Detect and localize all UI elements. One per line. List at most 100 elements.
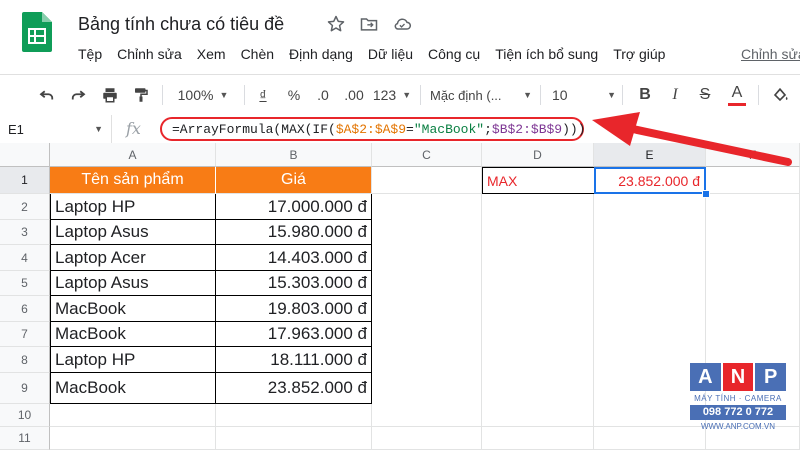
cell-a11[interactable]	[50, 427, 216, 450]
row-header[interactable]: 5	[0, 271, 50, 296]
column-header-c[interactable]: C	[372, 143, 482, 167]
cloud-saved-icon[interactable]	[391, 14, 413, 36]
currency-format-button[interactable]: ₫	[250, 75, 276, 115]
cell-price[interactable]: 15.980.000 đ	[216, 220, 372, 245]
cell-c10[interactable]	[372, 404, 482, 427]
chevron-down-icon: ▼	[523, 90, 532, 100]
cell-price[interactable]: 14.403.000 đ	[216, 245, 372, 271]
cell-price[interactable]: 19.803.000 đ	[216, 296, 372, 322]
formula-range-a: $A$2:$A$9	[335, 121, 407, 137]
watermark-site: WWW.ANP.COM.VN	[700, 422, 776, 431]
cell-product[interactable]: MacBook	[50, 373, 216, 404]
cell-product[interactable]: Laptop Asus	[50, 271, 216, 296]
cells-d2-d9[interactable]	[482, 194, 594, 404]
last-edit-link[interactable]: Chỉnh sửa	[741, 46, 800, 62]
sheets-logo-icon[interactable]	[22, 12, 52, 52]
row-header[interactable]: 6	[0, 296, 50, 322]
move-folder-icon[interactable]	[359, 14, 381, 36]
row-header[interactable]: 10	[0, 404, 50, 427]
number-format-select[interactable]: 123 ▼	[370, 75, 414, 115]
document-title[interactable]: Bảng tính chưa có tiêu đề	[78, 14, 284, 35]
increase-decimal-label: .00	[344, 87, 364, 103]
column-header-d[interactable]: D	[482, 143, 594, 167]
row-header[interactable]: 4	[0, 245, 50, 271]
menu-file[interactable]: Tệp	[78, 46, 102, 66]
cell-product[interactable]: Laptop HP	[50, 194, 216, 220]
text-color-button[interactable]: A	[723, 75, 751, 115]
cell-c1[interactable]	[372, 167, 482, 194]
menu-insert[interactable]: Chèn	[241, 46, 274, 66]
row-header[interactable]: 2	[0, 194, 50, 220]
menu-help[interactable]: Trợ giúp	[613, 46, 665, 66]
cell-product[interactable]: Laptop Asus	[50, 220, 216, 245]
text-color-swatch	[728, 102, 746, 106]
watermark-letter: N	[722, 363, 754, 391]
menu-addons[interactable]: Tiện ích bổ sung	[495, 46, 598, 66]
cell-a10[interactable]	[50, 404, 216, 427]
decrease-decimal-label: .0	[317, 87, 329, 103]
cell-price[interactable]: 17.963.000 đ	[216, 322, 372, 347]
menu-edit[interactable]: Chỉnh sửa	[117, 46, 182, 66]
cell-b10[interactable]	[216, 404, 372, 427]
header-cell-price[interactable]: Giá	[216, 167, 372, 194]
increase-decimal-button[interactable]: .00	[340, 75, 368, 115]
cell-c11[interactable]	[372, 427, 482, 450]
cell-d1-label[interactable]: MAX	[482, 167, 594, 194]
formula-input[interactable]: =ArrayFormula(MAX(IF($A$2:$A$9 = "MacBook"…	[160, 117, 586, 141]
italic-button[interactable]: I	[662, 75, 688, 115]
cell-price[interactable]: 15.303.000 đ	[216, 271, 372, 296]
font-size-value: 10	[552, 87, 568, 103]
column-header-b[interactable]: B	[216, 143, 372, 167]
fill-color-icon[interactable]	[766, 75, 794, 115]
cell-b11[interactable]	[216, 427, 372, 450]
row-header[interactable]: 9	[0, 373, 50, 404]
select-all-corner[interactable]	[0, 143, 50, 167]
cell-price[interactable]: 17.000.000 đ	[216, 194, 372, 220]
cell-product[interactable]: Laptop HP	[50, 347, 216, 373]
cells-c2-c9[interactable]	[372, 194, 482, 404]
print-icon[interactable]	[97, 75, 123, 115]
star-icon[interactable]	[326, 14, 348, 36]
formula-operator: =	[406, 121, 414, 137]
decrease-decimal-button[interactable]: .0	[310, 75, 336, 115]
fill-handle[interactable]	[702, 190, 710, 198]
bold-button[interactable]: B	[632, 75, 658, 115]
anp-watermark-logo: A N P MÁY TÍNH · CAMERA 098 772 0 772 WW…	[690, 363, 787, 431]
cell-price[interactable]: 18.111.000 đ	[216, 347, 372, 373]
undo-icon[interactable]	[34, 75, 60, 115]
formula-range-b: $B$2:$B$9	[491, 121, 563, 137]
font-family-value: Mặc định (...	[430, 87, 502, 103]
cell-product[interactable]: MacBook	[50, 296, 216, 322]
paint-format-icon[interactable]	[128, 75, 154, 115]
redo-icon[interactable]	[65, 75, 91, 115]
formula-func: =ArrayFormula(MAX(IF(	[172, 121, 336, 137]
header-cell-product[interactable]: Tên sản phẩm	[50, 167, 216, 194]
menu-data[interactable]: Dữ liệu	[368, 46, 413, 66]
cell-d10[interactable]	[482, 404, 594, 427]
cell-d11[interactable]	[482, 427, 594, 450]
row-header[interactable]: 1	[0, 167, 50, 194]
row-header[interactable]: 11	[0, 427, 50, 450]
menu-view[interactable]: Xem	[197, 46, 226, 66]
cell-product[interactable]: Laptop Acer	[50, 245, 216, 271]
strikethrough-button[interactable]: S	[692, 75, 718, 115]
cell-product[interactable]: MacBook	[50, 322, 216, 347]
spreadsheet-grid: A B C D E F 1 2 3 4 5 6 7 8 9 10 11 Tên …	[0, 143, 800, 450]
chevron-down-icon: ▼	[607, 90, 616, 100]
font-family-select[interactable]: Mặc định (... ▼	[430, 75, 532, 115]
font-size-select[interactable]: 10 ▼	[552, 75, 616, 115]
row-header[interactable]: 7	[0, 322, 50, 347]
name-box[interactable]: E1 ▼	[0, 115, 112, 143]
menu-bar: Tệp Chỉnh sửa Xem Chèn Định dạng Dữ liệu…	[78, 46, 680, 66]
watermark-tagline: MÁY TÍNH · CAMERA	[694, 394, 782, 403]
column-header-a[interactable]: A	[50, 143, 216, 167]
zoom-select[interactable]: 100% ▼	[170, 75, 236, 115]
percent-format-button[interactable]: %	[281, 75, 307, 115]
chevron-down-icon: ▼	[402, 90, 412, 100]
cell-price[interactable]: 23.852.000 đ	[216, 373, 372, 404]
menu-tools[interactable]: Công cụ	[428, 46, 480, 66]
row-header[interactable]: 8	[0, 347, 50, 373]
menu-format[interactable]: Định dạng	[289, 46, 353, 66]
formula-separator: ;	[484, 121, 492, 137]
row-header[interactable]: 3	[0, 220, 50, 245]
